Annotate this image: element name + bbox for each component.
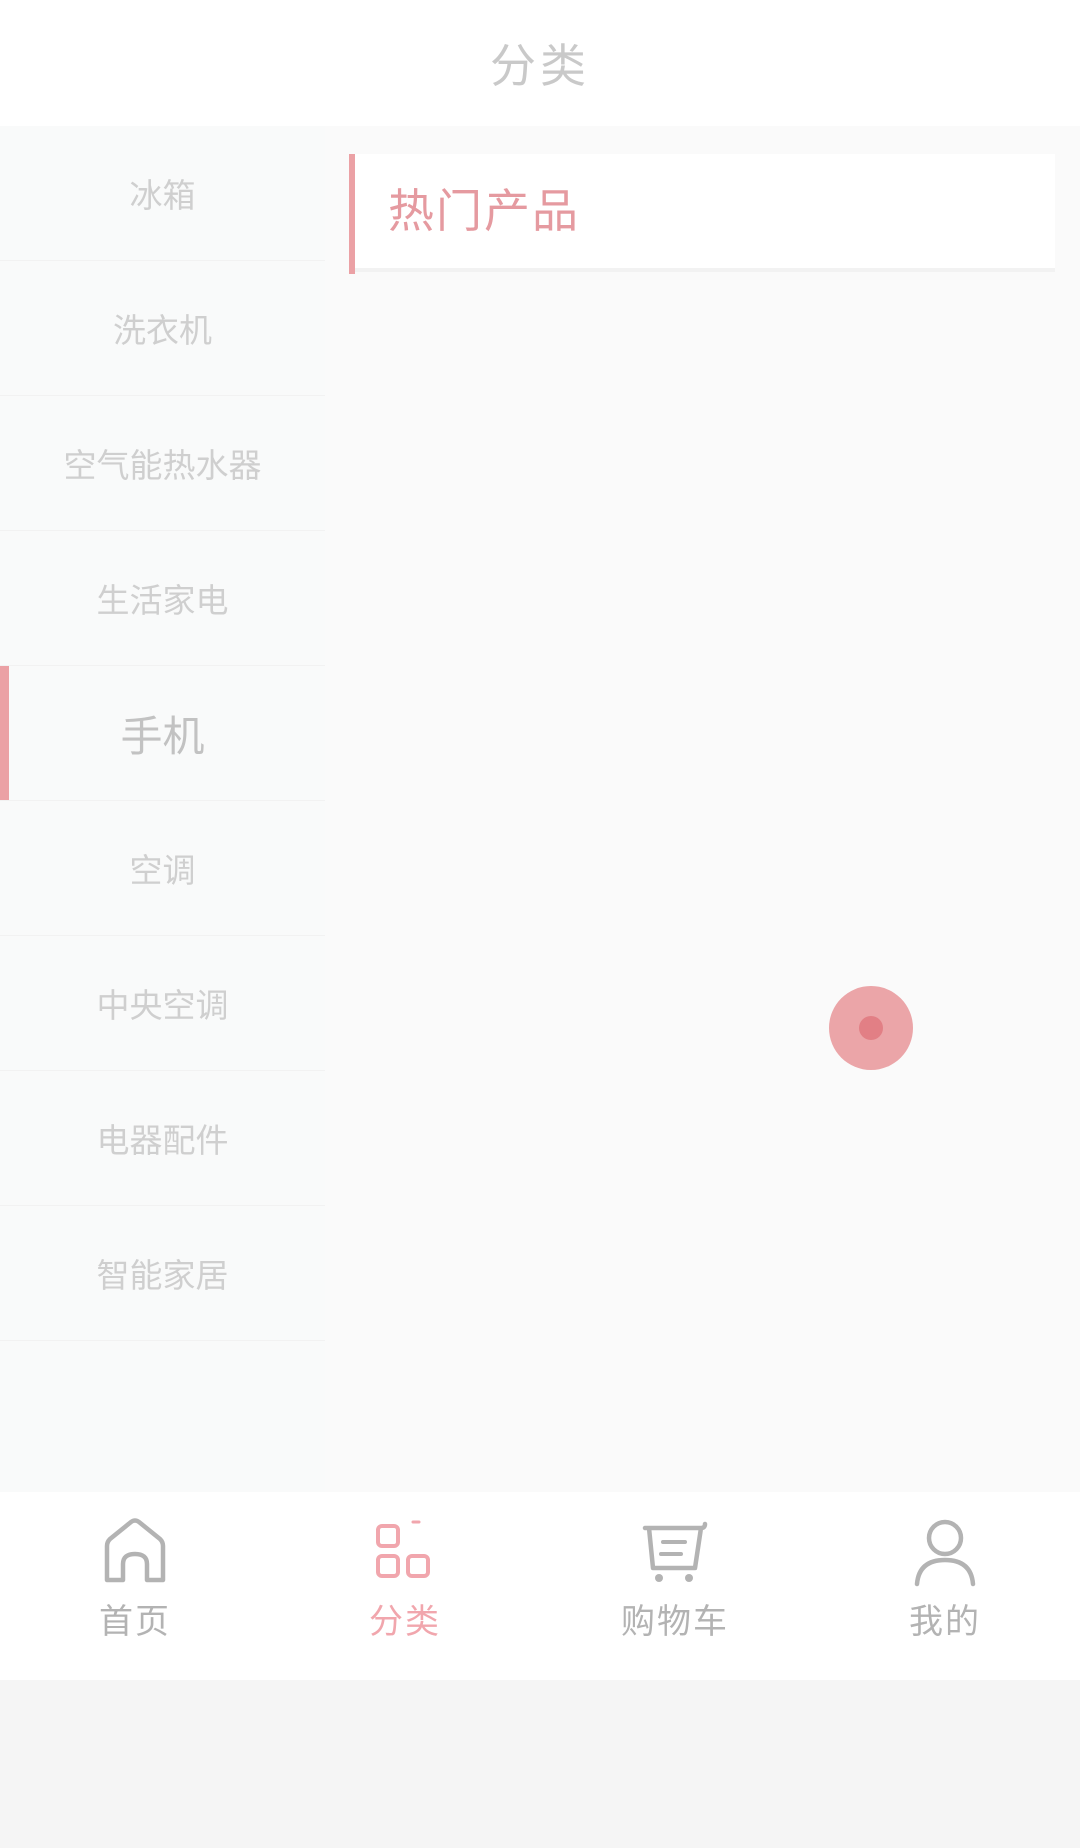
section-title: 热门产品 [388,184,580,238]
tab-profile[interactable]: 我的 [810,1492,1080,1680]
tab-label: 购物车 [621,1602,729,1642]
loading-spinner [829,986,913,1070]
category-icon [376,1520,430,1578]
sidebar-item-accessories[interactable]: 电器配件 [0,1071,325,1206]
sidebar-item-label: 冰箱 [129,176,196,215]
category-sidebar[interactable]: 冰箱 洗衣机 空气能热水器 生活家电 手机 空调 中央空调 电器配件 智能家居 [0,126,325,1492]
tab-category[interactable]: 分类 [270,1492,540,1680]
user-icon [914,1519,976,1587]
sidebar-item-air-conditioner[interactable]: 空调 [0,801,325,936]
active-indicator [0,666,9,800]
sidebar-item-fridge[interactable]: 冰箱 [0,126,325,261]
section-header: 热门产品 [349,154,1055,274]
tab-home[interactable]: 首页 [0,1492,270,1680]
sidebar-item-label: 智能家居 [96,1256,229,1295]
sidebar-item-label: 空气能热水器 [63,446,262,485]
sidebar-item-label: 中央空调 [96,986,229,1025]
category-content: 热门产品 [325,126,1080,1492]
sidebar-item-label: 生活家电 [96,581,229,620]
app-root: 分类 冰箱 洗衣机 空气能热水器 生活家电 手机 空调 中央空调 电器配件 智能… [0,0,1080,1848]
tab-label: 分类 [369,1602,441,1642]
cart-icon [642,1521,708,1582]
tab-label: 我的 [909,1602,981,1642]
sidebar-item-central-ac[interactable]: 中央空调 [0,936,325,1071]
section-accent-bar [349,154,355,274]
tab-label: 首页 [99,1602,171,1642]
bottom-tab-bar: 首页 分类 购物车 我的 [0,1492,1080,1680]
sidebar-item-washer[interactable]: 洗衣机 [0,261,325,396]
sidebar-item-label: 电器配件 [96,1121,229,1160]
sidebar-item-label: 洗衣机 [113,311,212,350]
tab-cart[interactable]: 购物车 [540,1492,810,1680]
page-title: 分类 [490,39,590,93]
sidebar-item-home-appliances[interactable]: 生活家电 [0,531,325,666]
sidebar-item-phones[interactable]: 手机 [0,666,325,801]
sidebar-item-label: 空调 [129,851,196,890]
home-icon [104,1518,166,1583]
sidebar-item-heat-pump-water-heater[interactable]: 空气能热水器 [0,396,325,531]
loading-spinner-dot [859,1016,883,1040]
sidebar-item-label: 手机 [120,711,205,761]
sidebar-item-smart-home[interactable]: 智能家居 [0,1206,325,1341]
top-header: 分类 [0,0,1080,126]
